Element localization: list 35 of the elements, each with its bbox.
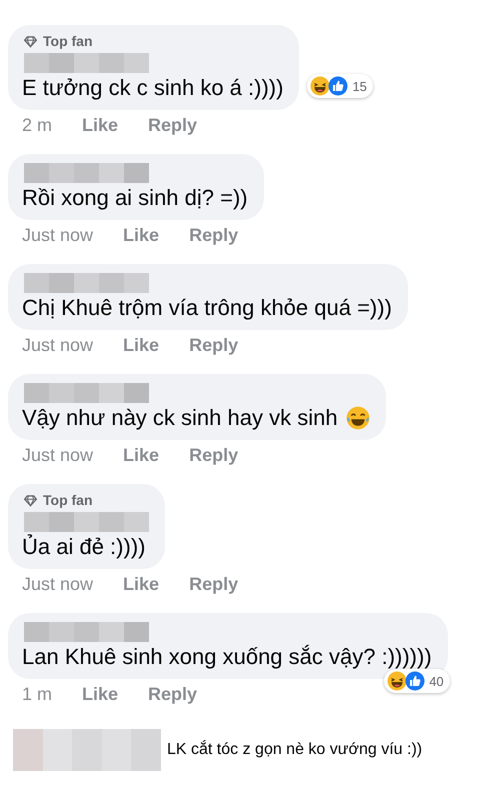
reaction-count: 40 <box>384 669 450 693</box>
like-link[interactable]: Like <box>123 224 160 246</box>
like-link[interactable]: Like <box>123 334 160 356</box>
timestamp: Just now <box>22 444 94 466</box>
top-fan-label: Top fan <box>43 33 93 49</box>
like-link[interactable]: Like <box>123 574 160 594</box>
top-fan-label: Top fan <box>43 492 93 508</box>
laughing-emoji-icon <box>387 671 408 691</box>
timestamp: Just now <box>22 224 94 246</box>
reply-link[interactable]: Reply <box>189 334 238 356</box>
diamond-icon <box>24 34 37 48</box>
reaction-count: 15 <box>307 74 373 98</box>
comment-text: LK cắt tóc z gọn nè ko vướng víu :)) <box>167 741 422 759</box>
comment-text: E tưởng ck c sinh ko á :)))) <box>22 74 284 102</box>
reply-link[interactable]: Reply <box>189 224 238 246</box>
timestamp: 2 m <box>22 114 52 136</box>
comment-text: Rồi xong ai sinh dị? =)) <box>22 184 248 212</box>
comment-text: Ủa ai đẻ :)))) <box>22 533 146 561</box>
laughing-emoji-icon <box>310 76 330 96</box>
like-link[interactable]: Like <box>82 114 118 136</box>
like-link[interactable]: Like <box>82 684 118 704</box>
like-link[interactable]: Like <box>123 444 160 466</box>
comment-text: Vậy như này ck sinh hay vk sinh <box>22 404 338 432</box>
diamond-icon <box>24 494 37 506</box>
comment-text: Chị Khuê trộm vía trông khỏe quá =))) <box>22 294 392 322</box>
comment-text: Lan Khuê sinh xong xuống sắc vậy? :)))))) <box>22 643 432 671</box>
reply-link[interactable]: Reply <box>189 574 238 594</box>
thumbs-up-icon <box>328 76 348 96</box>
reply-link[interactable]: Reply <box>148 114 198 136</box>
reply-link[interactable]: Reply <box>189 444 238 466</box>
thumbs-up-icon <box>405 671 426 691</box>
timestamp: Just now <box>22 334 94 356</box>
timestamp: 1 m <box>22 684 52 704</box>
reply-link[interactable]: Reply <box>148 684 198 704</box>
timestamp: Just now <box>22 574 94 594</box>
